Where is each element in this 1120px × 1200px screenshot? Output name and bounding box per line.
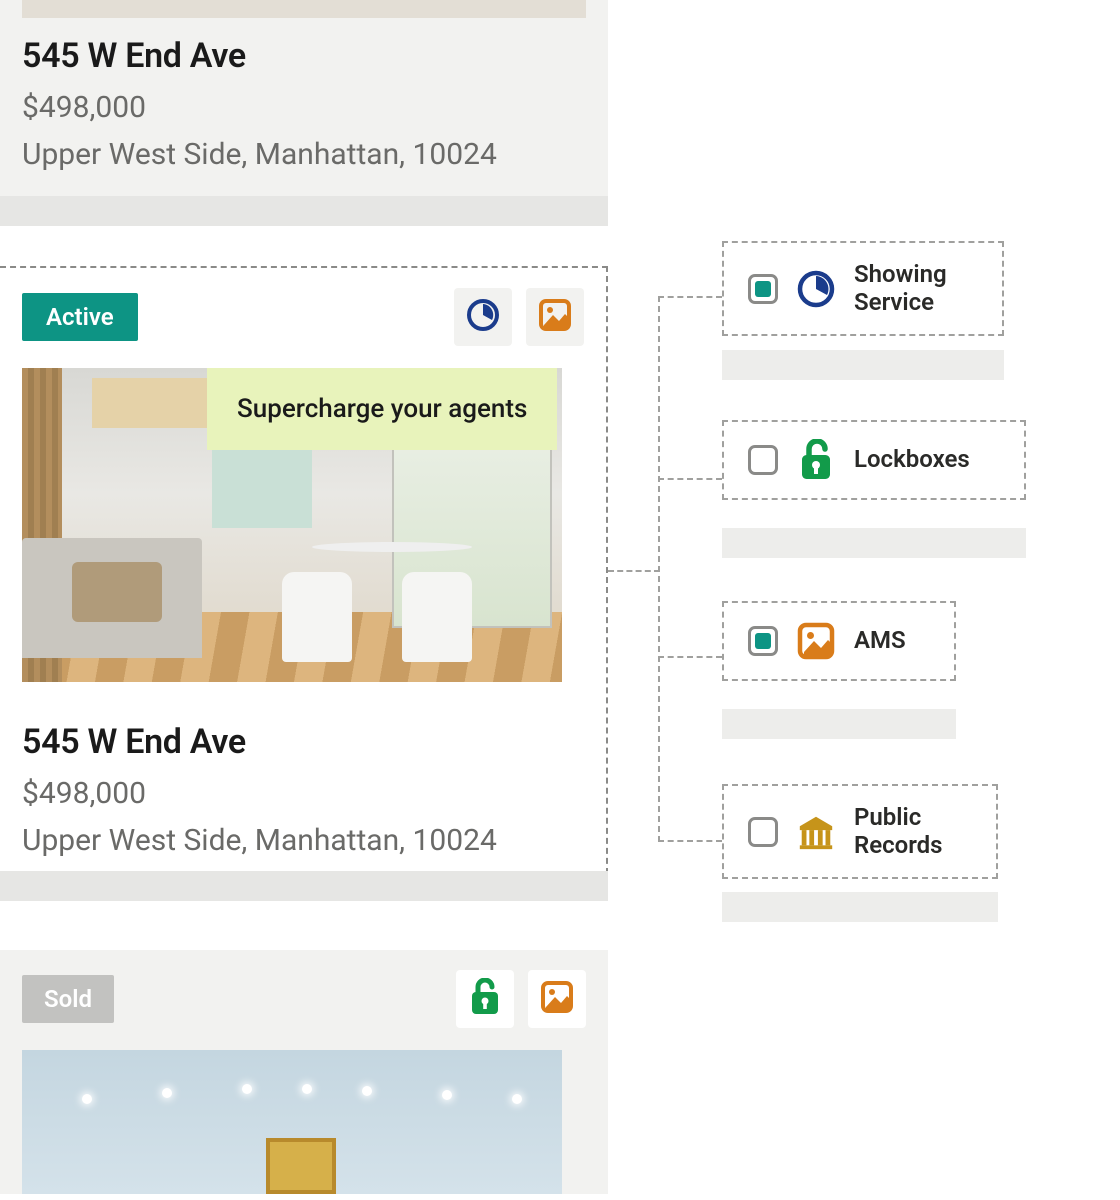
connector-line <box>608 570 660 572</box>
chip-footer <box>722 892 998 922</box>
connector-line <box>658 296 660 842</box>
property-location: Upper West Side, Manhattan, 10024 <box>22 823 584 858</box>
bank-icon <box>796 812 836 852</box>
property-price: $498,000 <box>22 776 584 811</box>
property-photo: Supercharge your agents <box>22 368 562 682</box>
integration-label: AMS <box>854 627 906 655</box>
status-badge-active: Active <box>22 293 138 341</box>
integration-chip-showing-service[interactable]: Showing Service <box>722 241 1004 336</box>
checkbox-checked[interactable] <box>748 274 778 304</box>
integration-label: Lockboxes <box>854 446 970 474</box>
clock-circle-icon <box>465 297 501 337</box>
status-badge-sold: Sold <box>22 975 114 1023</box>
callout-tooltip: Supercharge your agents <box>207 368 557 450</box>
unlock-icon <box>796 440 836 480</box>
card-footer <box>0 871 608 901</box>
property-address: 545 W End Ave <box>22 18 586 76</box>
property-photo <box>22 1050 562 1194</box>
property-address: 545 W End Ave <box>22 704 584 762</box>
integration-chip-lockboxes[interactable]: Lockboxes <box>722 420 1026 500</box>
card-footer <box>0 196 608 226</box>
connector-line <box>658 478 722 480</box>
chip-footer <box>722 528 1026 558</box>
integration-chip-public-records[interactable]: Public Records <box>722 784 998 879</box>
photos-icon-button[interactable] <box>526 288 584 346</box>
connector-line <box>658 656 722 658</box>
property-price: $498,000 <box>22 90 586 125</box>
lockbox-icon-button[interactable] <box>456 970 514 1028</box>
property-card[interactable]: 545 W End Ave $498,000 Upper West Side, … <box>0 0 608 226</box>
checkbox-unchecked[interactable] <box>748 817 778 847</box>
chip-footer <box>722 709 956 739</box>
connector-line <box>658 840 722 842</box>
integration-label: Showing Service <box>854 261 978 316</box>
property-card[interactable]: Sold <box>0 950 608 1194</box>
connector-line <box>658 296 722 298</box>
image-icon <box>539 979 575 1019</box>
property-card-highlighted[interactable]: Active <box>0 266 608 884</box>
photos-icon-button[interactable] <box>528 970 586 1028</box>
unlock-icon <box>468 978 502 1020</box>
showing-service-icon-button[interactable] <box>454 288 512 346</box>
integration-chip-ams[interactable]: AMS <box>722 601 956 681</box>
chip-footer <box>722 350 1004 380</box>
checkbox-unchecked[interactable] <box>748 445 778 475</box>
image-icon <box>537 297 573 337</box>
checkbox-checked[interactable] <box>748 626 778 656</box>
property-location: Upper West Side, Manhattan, 10024 <box>22 137 586 172</box>
clock-circle-icon <box>796 269 836 309</box>
integration-label: Public Records <box>854 804 972 859</box>
image-icon <box>796 621 836 661</box>
